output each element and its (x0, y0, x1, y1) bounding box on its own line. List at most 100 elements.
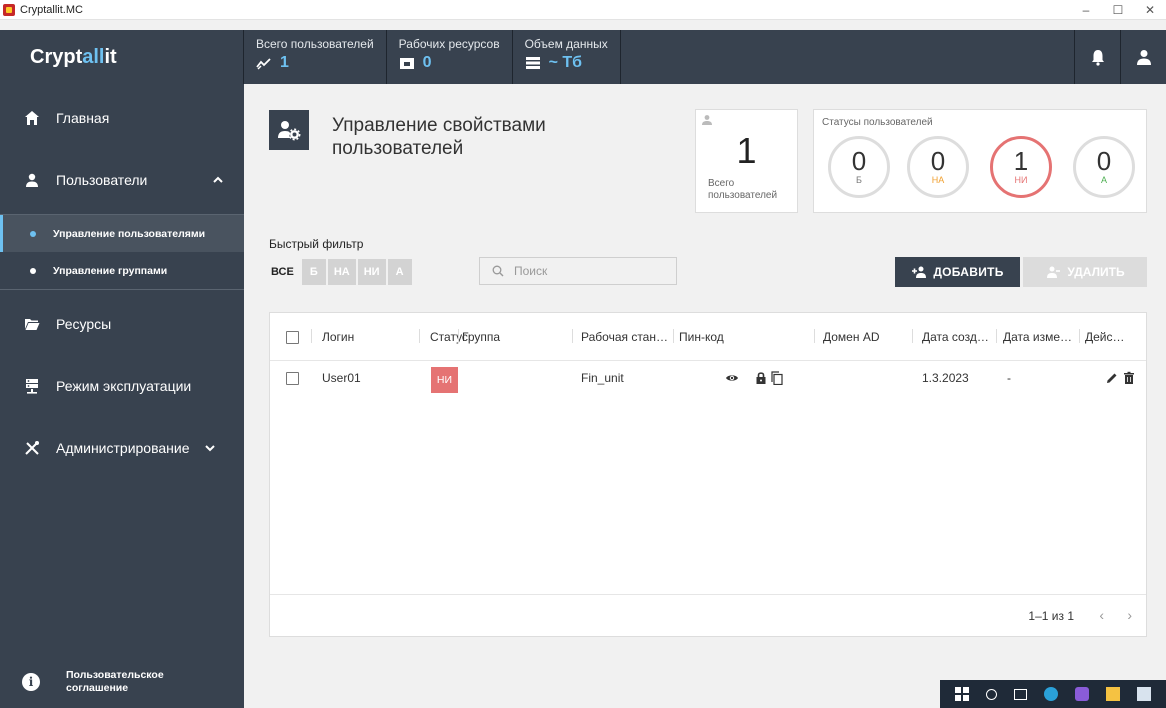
filter-chip-all[interactable]: ВСЕ (269, 259, 300, 285)
sidebar-item-label: Ресурсы (56, 316, 112, 332)
visual-studio-icon[interactable] (1075, 687, 1090, 701)
column-header-group[interactable]: Группа (462, 330, 500, 344)
prev-page-button[interactable]: ‹ (1099, 607, 1104, 623)
windows-start-icon[interactable] (954, 687, 969, 701)
status-circle-na[interactable]: 0 НА (907, 136, 969, 198)
cell-modified: - (1007, 371, 1011, 385)
sidebar-item-administration[interactable]: Администрирование (0, 428, 244, 468)
user-agreement-link[interactable]: i Пользовательское соглашение (0, 656, 244, 708)
pagination-info: 1–1 из 1 (1028, 609, 1074, 623)
stat-value: 0 (422, 54, 432, 71)
status-label: Б (856, 175, 862, 185)
column-header-login[interactable]: Логин (322, 330, 354, 344)
copy-icon[interactable] (770, 371, 784, 385)
brand-prefix: Crypt (30, 45, 83, 68)
brand-logo[interactable]: Crypt all it (0, 30, 244, 84)
next-page-button[interactable]: › (1127, 607, 1132, 623)
chevron-up-icon[interactable] (212, 174, 224, 186)
app-icon (3, 3, 15, 16)
mail-icon[interactable] (1137, 687, 1152, 701)
close-button[interactable]: ✕ (1134, 0, 1166, 20)
window-titlebar: Cryptallit.MC – ☐ ✕ (0, 0, 1166, 20)
profile-button[interactable] (1120, 30, 1166, 84)
sidebar-item-label: Главная (56, 110, 110, 126)
minimize-button[interactable]: – (1070, 0, 1102, 20)
column-header-modified[interactable]: Дата изме… (1003, 330, 1072, 344)
chevron-down-icon[interactable] (204, 442, 216, 454)
brand-accent: all (82, 45, 105, 68)
os-taskbar (940, 680, 1166, 708)
task-view-icon[interactable] (1013, 688, 1027, 700)
stat-total-users: Всего пользователей 1 (244, 30, 387, 84)
sidebar-item-users[interactable]: Пользователи (0, 160, 244, 200)
caption-line1: Всего (708, 178, 735, 189)
eye-icon[interactable] (725, 371, 739, 385)
add-user-button[interactable]: ДОБАВИТЬ (895, 257, 1020, 287)
column-header-pin[interactable]: Пин-код (679, 330, 724, 344)
bullet-icon (30, 267, 36, 274)
user-statuses-card: Статусы пользователей 0 Б 0 НА 1 НИ 0 А (813, 109, 1147, 213)
filter-chip-ni[interactable]: НИ (357, 259, 386, 285)
quick-filter-label: Быстрый фильтр (269, 237, 364, 251)
search-icon[interactable] (985, 688, 997, 700)
info-icon: i (22, 673, 40, 691)
column-header-workstation[interactable]: Рабочая стан… (581, 330, 668, 344)
tools-icon (25, 441, 39, 455)
sidebar-item-resources[interactable]: Ресурсы (0, 304, 244, 344)
top-header: Crypt all it Всего пользователей 1 Рабочих… (0, 30, 1166, 84)
table-row[interactable]: User01 НИ Fin_unit 1.3.2023 - (270, 361, 1146, 395)
users-table: Логин Статус Группа Рабочая стан… Пин-ко… (269, 312, 1147, 637)
file-explorer-icon[interactable] (1106, 687, 1121, 701)
cell-workstation: Fin_unit (581, 371, 624, 385)
page-title-line2: пользователей (332, 138, 464, 159)
sidebar-item-home[interactable]: Главная (0, 98, 244, 138)
cell-login: User01 (322, 371, 361, 385)
folder-open-icon (25, 319, 40, 330)
select-all-checkbox[interactable] (286, 331, 299, 344)
stat-value: ~ Тб (548, 54, 583, 71)
search-placeholder: Поиск (514, 264, 548, 278)
notifications-button[interactable] (1074, 30, 1120, 84)
user-icon (1136, 50, 1151, 65)
add-user-icon (912, 266, 927, 278)
filter-chip-na[interactable]: НА (327, 259, 356, 285)
sidebar-item-label: Пользователи (56, 172, 148, 188)
status-count: 1 (1013, 146, 1029, 176)
agreement-label-line1: Пользовательское (66, 669, 164, 681)
status-circle-a[interactable]: 0 А (1073, 136, 1135, 198)
lock-icon[interactable] (754, 371, 768, 385)
maximize-button[interactable]: ☐ (1102, 0, 1134, 20)
sidebar-item-label: Администрирование (56, 440, 190, 456)
sidebar-subitem-label: Управление пользователями (53, 227, 206, 240)
edge-browser-icon[interactable] (1043, 687, 1058, 701)
column-header-actions[interactable]: Дейс… (1085, 330, 1125, 344)
stat-resources: Рабочих ресурсов 0 (387, 30, 513, 84)
user-icon (26, 173, 38, 187)
page-title: Управление свойствами пользователей (332, 114, 592, 160)
trash-icon[interactable] (1122, 371, 1136, 385)
status-circle-b[interactable]: 0 Б (828, 136, 890, 198)
status-circle-ni[interactable]: 1 НИ (990, 136, 1052, 198)
edit-icon[interactable] (1105, 371, 1119, 385)
sidebar-item-operation-mode[interactable]: Режим эксплуатации (0, 366, 244, 406)
sidebar-subitem-group-management[interactable]: Управление группами (0, 252, 244, 289)
search-input[interactable]: Поиск (479, 257, 677, 285)
column-header-domain[interactable]: Домен AD (823, 330, 880, 344)
sidebar-subitem-user-management[interactable]: Управление пользователями (0, 215, 244, 252)
filter-chip-a[interactable]: А (387, 259, 412, 285)
stat-label: Объем данных (524, 37, 608, 51)
table-footer: 1–1 из 1 ‹ › (270, 594, 1146, 637)
status-label: А (1100, 175, 1107, 185)
window-controls: – ☐ ✕ (1070, 0, 1166, 20)
table-header: Логин Статус Группа Рабочая стан… Пин-ко… (270, 313, 1146, 361)
brand-suffix: it (104, 45, 117, 68)
row-checkbox[interactable] (286, 372, 299, 385)
app-window: Cryptallit.MC – ☐ ✕ Crypt all it Всего пол… (0, 0, 1166, 708)
remove-user-icon (1047, 266, 1061, 278)
column-header-created[interactable]: Дата созд… (922, 330, 989, 344)
delete-user-button[interactable]: УДАЛИТЬ (1023, 257, 1147, 287)
status-count: 0 (1096, 146, 1112, 176)
stat-label: Всего пользователей (256, 37, 374, 51)
user-settings-icon (278, 121, 301, 141)
filter-chip-b[interactable]: Б (301, 259, 326, 285)
